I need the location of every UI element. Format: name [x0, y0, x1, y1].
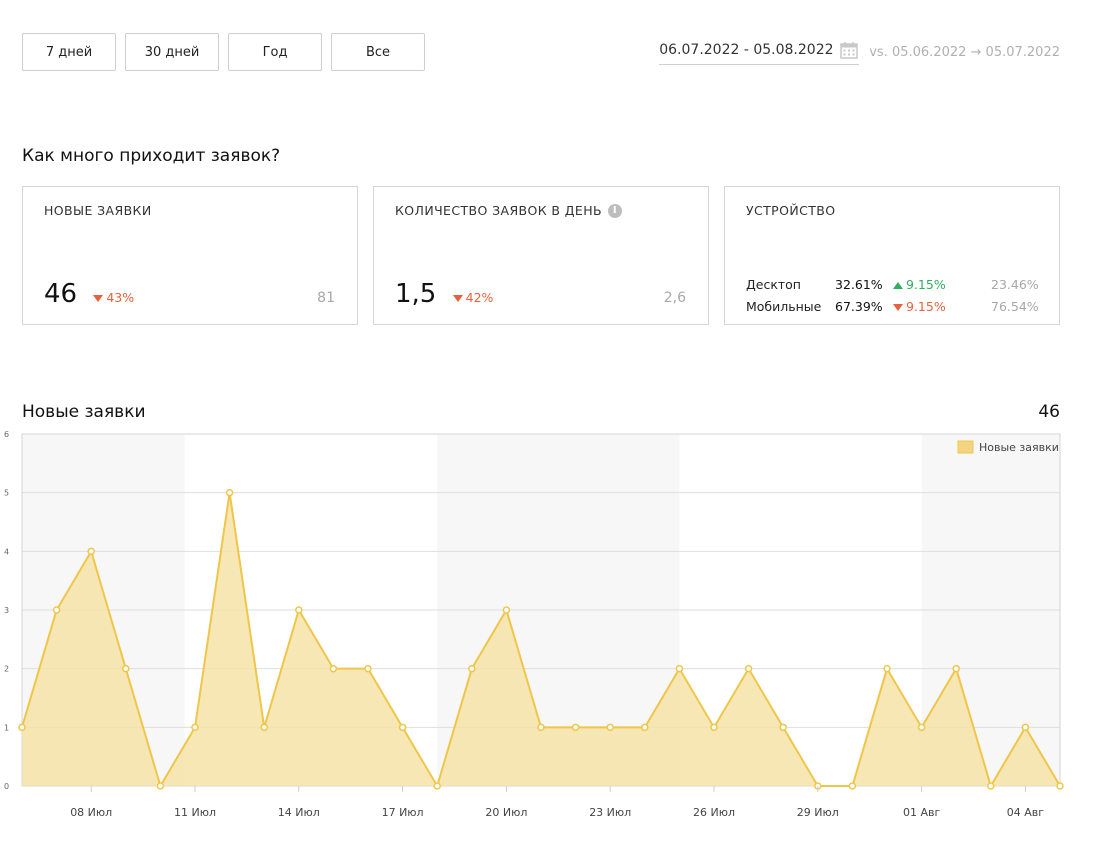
data-point — [156, 782, 165, 790]
card-label: Количество заявок в день i — [395, 203, 622, 218]
data-point — [295, 606, 303, 614]
data-point — [364, 664, 372, 673]
device-prev: 76.54% — [991, 298, 1039, 314]
data-point — [433, 782, 441, 790]
section-title: Как много приходит заявок? — [22, 146, 281, 166]
device-share: 67.39% — [835, 298, 883, 314]
y-tick-label: 6 — [4, 430, 9, 439]
compare-range: vs. 05.06.2022 → 05.07.2022 — [869, 45, 1060, 60]
data-point — [952, 664, 960, 673]
x-tick-label: 08 Июл — [70, 806, 112, 819]
period-year-button[interactable]: Год — [228, 33, 322, 71]
date-range-value: 06.07.2022 - 05.08.2022 — [659, 42, 834, 58]
x-tick-label: 17 Июл — [382, 806, 424, 819]
y-tick-label: 0 — [4, 782, 9, 791]
data-point — [468, 664, 476, 673]
new-leads-delta: 43% — [93, 290, 134, 305]
new-leads-chart: 0 1 2 3 4 5 6 08 Июл 11 Июл 14 Июл 17 Июл 20 Июл 23 … — [4, 430, 1064, 819]
y-tick-label: 5 — [4, 489, 9, 498]
x-tick-label: 04 Авг — [1007, 806, 1045, 819]
device-delta: 9.15% — [893, 277, 991, 292]
data-point — [537, 723, 545, 732]
down-arrow-icon — [893, 303, 903, 311]
data-point — [571, 723, 580, 732]
x-tick-label: 14 Июл — [278, 806, 320, 819]
data-point — [641, 723, 649, 732]
metric-value: 1,5 42% — [395, 279, 493, 309]
chart-title: Новые заявки — [22, 402, 146, 422]
data-point — [710, 723, 718, 732]
device-prev: 23.46% — [991, 276, 1039, 292]
data-point — [1021, 723, 1030, 732]
x-tick-label: 23 Июл — [589, 806, 631, 819]
period-all-button[interactable]: Все — [331, 33, 425, 71]
x-tick-label: 11 Июл — [174, 806, 216, 819]
data-point — [779, 723, 787, 732]
card-label: Новые заявки — [44, 203, 152, 218]
period-selector: 7 дней 30 дней Год Все — [22, 33, 425, 71]
metric-value: 46 43% — [44, 279, 134, 309]
data-point — [606, 723, 614, 732]
device-name: Десктоп — [746, 276, 801, 292]
new-leads-value: 46 — [44, 279, 78, 309]
x-tick-label: 26 Июл — [693, 806, 735, 819]
x-tick-label: 20 Июл — [485, 806, 527, 819]
info-icon[interactable]: i — [607, 203, 622, 218]
previous-value: 81 — [317, 290, 335, 306]
y-tick-label: 1 — [4, 723, 9, 732]
data-point — [987, 782, 995, 790]
data-point — [122, 664, 130, 673]
leads-per-day-card: Количество заявок в день i 1,5 42% 2,6 — [373, 186, 709, 325]
data-point — [675, 664, 684, 673]
data-point — [18, 723, 26, 732]
data-point — [398, 723, 407, 732]
x-tick-label: 29 Июл — [797, 806, 839, 819]
data-point — [917, 723, 926, 732]
x-tick-label: 01 Авг — [903, 806, 941, 819]
data-point — [329, 664, 338, 673]
per-day-delta: 42% — [452, 290, 493, 305]
date-range-picker[interactable]: 06.07.2022 - 05.08.2022 — [659, 40, 860, 65]
data-point — [260, 723, 268, 732]
legend-label: Новые заявки — [979, 441, 1059, 454]
card-label: Устройство — [746, 203, 836, 218]
data-point — [883, 664, 891, 673]
device-row-mobile: Мобильные 67.39% 9.15% 76.54% — [746, 295, 1051, 317]
period-30-days-button[interactable]: 30 дней — [125, 33, 219, 71]
y-tick-label: 3 — [4, 606, 9, 615]
device-name: Мобильные — [746, 298, 822, 314]
data-point — [52, 606, 61, 614]
up-arrow-icon — [893, 281, 903, 289]
per-day-value: 1,5 — [395, 279, 437, 309]
legend-swatch — [957, 440, 974, 454]
data-point — [1056, 782, 1064, 790]
device-table: Десктоп 32.61% 9.15% 23.46% Мобильные 67… — [746, 273, 1051, 317]
period-7-days-button[interactable]: 7 дней — [22, 33, 116, 71]
data-point — [502, 606, 511, 614]
data-point — [744, 664, 753, 673]
data-point — [848, 782, 857, 790]
down-arrow-icon — [452, 295, 463, 302]
device-row-desktop: Десктоп 32.61% 9.15% 23.46% — [746, 273, 1051, 295]
data-point — [225, 488, 234, 497]
chart-total: 46 — [1038, 402, 1060, 422]
calendar-icon[interactable] — [839, 40, 859, 60]
previous-value: 2,6 — [663, 290, 686, 306]
date-range: 06.07.2022 - 05.08.2022 vs. 05.06.2022 →… — [659, 40, 1060, 65]
y-tick-label: 2 — [4, 665, 9, 674]
down-arrow-icon — [93, 295, 104, 302]
y-tick-label: 4 — [4, 547, 9, 556]
data-point — [191, 723, 199, 732]
device-card: Устройство Десктоп 32.61% 9.15% 23.46% М… — [724, 186, 1060, 325]
data-point — [87, 547, 95, 556]
new-leads-card: Новые заявки 46 43% 81 — [22, 186, 358, 325]
device-share: 32.61% — [835, 276, 883, 292]
device-delta: 9.15% — [893, 299, 991, 314]
